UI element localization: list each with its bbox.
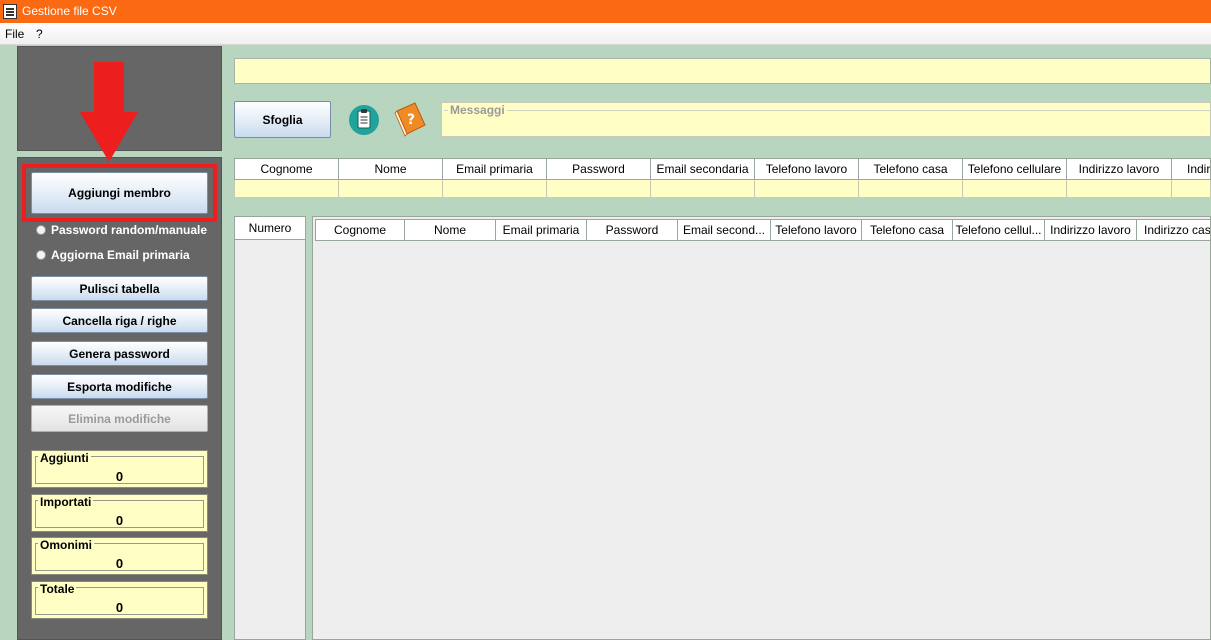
input-cell-nome[interactable] [339,180,443,197]
counter-label: Aggiunti [38,451,91,465]
counter-value: 0 [115,469,124,484]
counter-homonyms: Omonimi 0 [31,537,208,575]
data-col-header[interactable]: Email second... [678,219,771,241]
input-col-header: Password [547,158,651,180]
input-col-header: Telefono cellulare [963,158,1067,180]
input-col-header: Email primaria [443,158,547,180]
input-cell-email-secondaria[interactable] [651,180,755,197]
radio-password-random[interactable]: Password random/manuale [36,223,207,237]
input-cell-indirizzo[interactable] [1172,180,1211,197]
file-path-field[interactable] [234,58,1211,84]
window-title: Gestione file CSV [22,4,117,18]
counter-value: 0 [115,513,124,528]
input-col-header: Indir [1172,158,1211,180]
input-cell-email-primaria[interactable] [443,180,547,197]
input-cell-telefono-casa[interactable] [859,180,963,197]
data-col-header[interactable]: Indirizzo lavoro [1045,219,1137,241]
counter-label: Totale [38,582,77,596]
menu-file[interactable]: File [5,27,24,41]
clipboard-icon[interactable] [348,104,380,136]
input-col-header: Telefono lavoro [755,158,859,180]
data-col-header[interactable]: Nome [405,219,496,241]
app-icon [3,4,17,19]
input-col-header: Nome [339,158,443,180]
row-number-panel [234,216,306,640]
data-col-header[interactable]: Telefono casa [862,219,953,241]
counter-total: Totale 0 [31,581,208,619]
counter-label: Importati [38,495,94,509]
radio-email-label: Aggiorna Email primaria [51,248,190,262]
svg-text:?: ? [407,112,415,128]
input-cell-telefono-lavoro[interactable] [755,180,859,197]
counter-label: Omonimi [38,538,95,552]
input-col-header: Telefono casa [859,158,963,180]
input-cell-cognome[interactable] [234,180,339,197]
counter-imported: Importati 0 [31,494,208,532]
title-bar: Gestione file CSV [0,0,1211,23]
menu-bar: File ? [0,23,1211,45]
generate-password-button[interactable]: Genera password [31,341,208,366]
radio-dot[interactable] [36,225,46,235]
input-col-header: Cognome [234,158,339,180]
delete-rows-button[interactable]: Cancella riga / righe [31,308,208,333]
data-col-header[interactable]: Email primaria [496,219,587,241]
radio-dot[interactable] [36,250,46,260]
input-cell-password[interactable] [547,180,651,197]
messages-panel: Messaggi [441,102,1211,137]
clear-table-button[interactable]: Pulisci tabella [31,276,208,301]
help-book-icon[interactable]: ? [393,101,427,137]
radio-password-label: Password random/manuale [51,223,208,237]
data-col-header[interactable]: Telefono lavoro [771,219,862,241]
row-number-header: Numero [235,217,305,240]
data-table[interactable] [312,216,1211,640]
counter-value: 0 [115,556,124,571]
browse-button[interactable]: Sfoglia [234,101,331,138]
add-member-button[interactable]: Aggiungi membro [31,172,208,214]
data-col-header[interactable]: Telefono cellul... [953,219,1045,241]
discard-changes-button: Elimina modifiche [31,405,208,432]
input-cell-telefono-cellulare[interactable] [963,180,1067,197]
export-changes-button[interactable]: Esporta modifiche [31,374,208,399]
menu-help[interactable]: ? [36,27,43,41]
radio-update-email[interactable]: Aggiorna Email primaria [36,248,190,262]
data-col-header[interactable]: Indirizzo cas [1137,219,1211,241]
input-cell-indirizzo-lavoro[interactable] [1067,180,1172,197]
data-col-header[interactable]: Cognome [315,219,405,241]
data-col-header[interactable]: Password [587,219,678,241]
input-col-header: Indirizzo lavoro [1067,158,1172,180]
input-col-header: Email secondaria [651,158,755,180]
messages-legend: Messaggi [448,103,507,117]
down-arrow-icon [80,62,138,162]
counter-value: 0 [115,600,124,615]
counter-added: Aggiunti 0 [31,450,208,488]
